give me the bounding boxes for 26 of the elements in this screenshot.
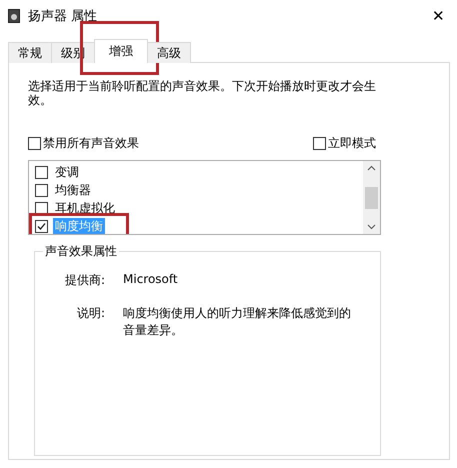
- checkbox[interactable]: [35, 166, 48, 178]
- field-label: 说明:: [76, 305, 105, 322]
- tab[interactable]: 增强: [94, 39, 148, 63]
- scroll-down-icon[interactable]: [367, 224, 376, 230]
- window-title: 扬声器 属性: [28, 8, 98, 25]
- checkbox[interactable]: [313, 137, 326, 150]
- checkbox[interactable]: [35, 184, 48, 196]
- description-text: 选择适用于当前聆听配置的声音效果。下次开始播放时更改才会生效。: [28, 79, 377, 107]
- list-item[interactable]: 变调: [53, 164, 81, 180]
- scrollbar[interactable]: [363, 161, 380, 234]
- group-title: 声音效果属性: [43, 243, 119, 260]
- scroll-up-icon[interactable]: [367, 165, 376, 171]
- checkbox-label: 禁用所有声音效果: [43, 135, 139, 152]
- list-item[interactable]: 均衡器: [53, 182, 93, 198]
- close-button[interactable]: ✕: [428, 7, 449, 25]
- scroll-thumb[interactable]: [365, 186, 378, 208]
- checkbox[interactable]: [35, 202, 48, 214]
- checkbox[interactable]: [35, 220, 48, 232]
- tab[interactable]: 高级: [147, 42, 191, 63]
- field-value: Microsoft: [123, 272, 179, 288]
- tab[interactable]: 常规: [8, 42, 52, 63]
- checkbox[interactable]: [28, 137, 41, 150]
- field-label: 提供商:: [64, 272, 105, 289]
- field-value: 响度均衡使用人的听力理解来降低感觉到的音量差异。: [123, 305, 352, 339]
- speaker-icon: [8, 9, 20, 23]
- checkbox-label: 立即模式: [328, 135, 376, 152]
